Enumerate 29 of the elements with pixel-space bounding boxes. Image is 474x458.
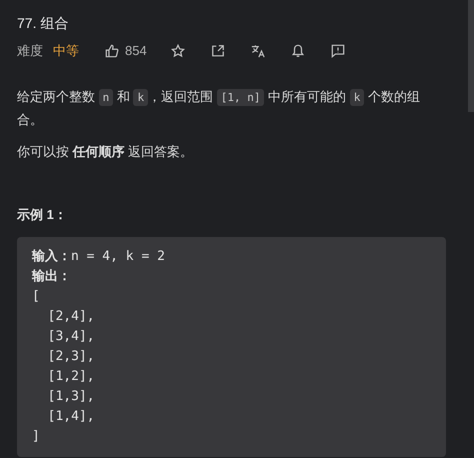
translate-icon [250, 44, 265, 58]
star-icon [170, 44, 185, 58]
share-icon [210, 44, 225, 58]
favorite-button[interactable] [170, 44, 185, 58]
code-line: [2,3], [46, 348, 95, 366]
translate-button[interactable] [250, 44, 265, 58]
like-button[interactable]: 854 [105, 41, 147, 61]
code-line: ] [32, 428, 40, 446]
code-line: [1,2], [46, 368, 95, 386]
difficulty-label: 难度 [17, 42, 43, 60]
feedback-button[interactable] [330, 44, 345, 58]
bell-icon [290, 44, 305, 58]
share-button[interactable] [210, 44, 225, 58]
description-paragraph: 你可以按 任何顺序 返回答案。 [17, 143, 194, 161]
code-line: 输入：n = 4, k = 2 [32, 248, 165, 266]
description-paragraph: 给定两个整数 n 和 k ，返回范围 [1, n] 中所有可能的 k 个数的组合。 [17, 88, 421, 129]
code-line: [1,4], [46, 408, 95, 426]
scrollbar-thumb[interactable] [468, 0, 474, 112]
code-line: [ [32, 288, 40, 306]
feedback-icon [330, 44, 345, 58]
notification-button[interactable] [290, 44, 305, 58]
code-line: [1,3], [46, 388, 95, 406]
thumbs-up-icon [105, 44, 119, 58]
problem-title: 77. 组合 [17, 14, 70, 33]
code-line: 输出： [32, 268, 71, 286]
code-line: [2,4], [46, 308, 95, 326]
difficulty-label-value: 中等 [53, 42, 79, 60]
code-line: [3,4], [46, 328, 95, 346]
example-heading: 示例 1： [17, 206, 68, 224]
